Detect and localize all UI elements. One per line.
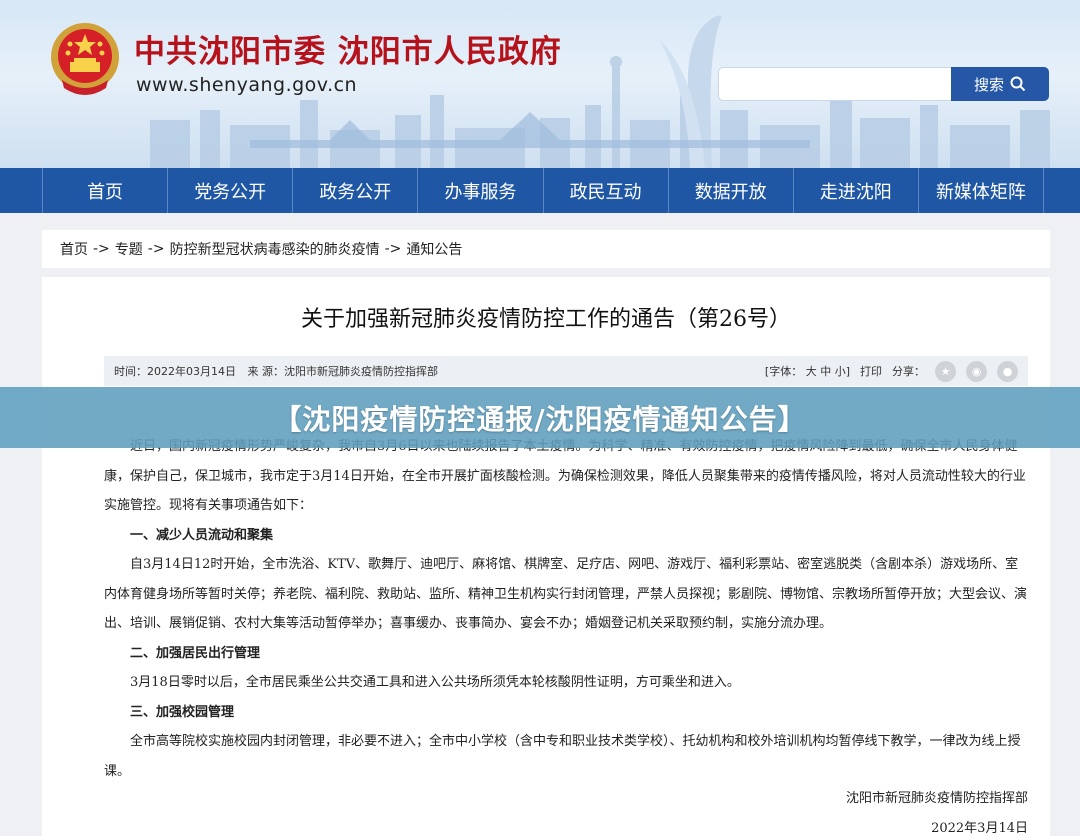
breadcrumb: 首页 -> 专题 -> 防控新型冠状病毒感染的肺炎疫情 -> 通知公告 — [42, 230, 1050, 268]
breadcrumb-separator: -> — [147, 241, 165, 257]
national-emblem-icon — [51, 23, 119, 95]
nav-item-interaction[interactable]: 政民互动 — [544, 168, 669, 213]
wechat-icon[interactable]: ● — [997, 360, 1018, 382]
print-link[interactable]: 打印 — [860, 363, 882, 379]
search-button-label: 搜索 — [973, 75, 1004, 94]
breadcrumb-topic[interactable]: 专题 — [115, 239, 143, 259]
nav-item-open-data[interactable]: 数据开放 — [669, 168, 794, 213]
share-icon[interactable]: ★ — [935, 360, 956, 382]
article: 关于加强新冠肺炎疫情防控工作的通告（第26号） 时间：2022年03月14日 来… — [42, 277, 1050, 836]
site-title: 中共沈阳市委 沈阳市人民政府 — [134, 34, 562, 70]
nav-item-about-shenyang[interactable]: 走进沈阳 — [794, 168, 919, 213]
share-label: 分享： — [892, 365, 925, 378]
breadcrumb-home[interactable]: 首页 — [60, 239, 88, 259]
search-input[interactable] — [718, 67, 952, 101]
article-body: 近日，国内新冠疫情形势严峻复杂，我市自3月6日以来也陆续报告了本土疫情。为科学、… — [104, 432, 1028, 786]
article-title: 关于加强新冠肺炎疫情防控工作的通告（第26号） — [301, 307, 791, 332]
site-url: www.shenyang.gov.cn — [136, 74, 358, 96]
nav-item-home[interactable]: 首页 — [43, 168, 169, 213]
site-header: 中共沈阳市委 沈阳市人民政府 www.shenyang.gov.cn 搜索 — [0, 0, 1080, 168]
article-section-heading: 三、加强校园管理 — [130, 704, 235, 720]
article-source: 来 源：沈阳市新冠肺炎疫情防控指挥部 — [247, 365, 439, 378]
overlay-title-banner: 【沈阳疫情防控通报/沈阳疫情通知公告】 — [0, 387, 1080, 448]
article-section-heading: 一、减少人员流动和聚集 — [130, 527, 274, 543]
nav-item-government-affairs[interactable]: 政务公开 — [293, 168, 419, 213]
nav-item-party-affairs[interactable]: 党务公开 — [168, 168, 294, 213]
article-signature: 沈阳市新冠肺炎疫情防控指挥部 — [845, 791, 1028, 806]
article-paragraph: 3月18日零时以后，全市居民乘坐公共交通工具和进入公共场所须凭本轮核酸阴性证明，… — [130, 675, 740, 690]
breadcrumb-separator: -> — [93, 241, 110, 257]
breadcrumb-epidemic[interactable]: 防控新型冠状病毒感染的肺炎疫情 — [170, 239, 380, 259]
search-button[interactable]: 搜索 — [951, 67, 1049, 101]
article-paragraph: 自3月14日12时开始，全市洗浴、KTV、歌舞厅、迪吧厅、麻将馆、棋牌室、足疗店… — [104, 557, 1028, 631]
search-icon — [1010, 76, 1026, 92]
article-section-heading: 二、加强居民出行管理 — [130, 645, 261, 661]
breadcrumb-notices[interactable]: 通知公告 — [406, 239, 462, 259]
breadcrumb-separator: -> — [384, 241, 402, 257]
publish-time: 时间：2022年03月14日 — [114, 365, 236, 378]
weibo-icon[interactable]: ◉ — [966, 360, 987, 382]
article-paragraph: 全市高等院校实施校园内封闭管理，非必要不进入；全市中小学校（含中专和职业技术类学… — [104, 734, 1021, 779]
font-size-selector[interactable]: [字体： 大 中 小] — [765, 363, 850, 379]
article-meta-bar: 时间：2022年03月14日 来 源：沈阳市新冠肺炎疫情防控指挥部 [字体： 大… — [104, 356, 1028, 386]
article-date: 2022年3月14日 — [931, 821, 1028, 836]
nav-item-new-media[interactable]: 新媒体矩阵 — [919, 168, 1044, 213]
main-nav: 首页 党务公开 政务公开 办事服务 政民互动 数据开放 走进沈阳 新媒体矩阵 — [0, 168, 1080, 213]
nav-item-services[interactable]: 办事服务 — [418, 168, 544, 213]
